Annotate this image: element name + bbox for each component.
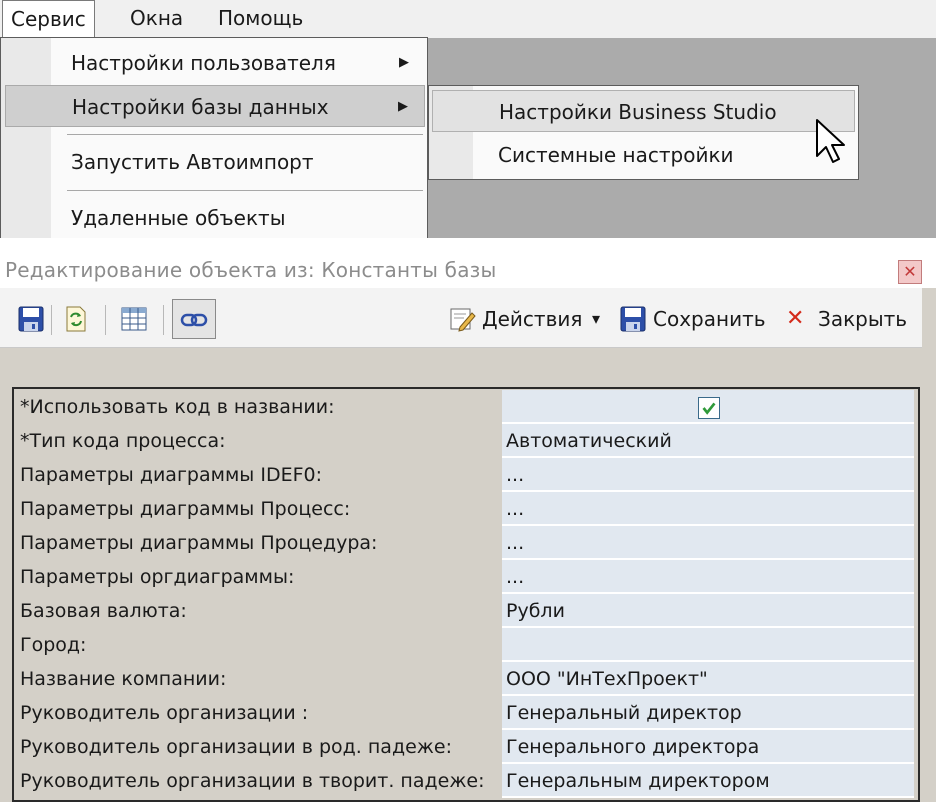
menu-item-autoimport[interactable]: Запустить Автоимпорт bbox=[5, 141, 425, 183]
property-label: Руководитель организации : bbox=[20, 702, 309, 724]
property-label: Параметры оргдиаграммы: bbox=[20, 566, 295, 588]
property-row: Руководитель организации : Генеральный д… bbox=[14, 696, 918, 730]
property-row: Параметры диаграммы Процесс: ... bbox=[14, 492, 918, 526]
property-row: *Использовать код в названии: bbox=[14, 390, 918, 424]
process-diagram-params-field[interactable]: ... bbox=[502, 492, 914, 526]
menu-item-label: Настройки Business Studio bbox=[499, 100, 777, 124]
toolbar-separator bbox=[51, 305, 52, 335]
edit-pencil-icon bbox=[450, 308, 476, 332]
save-label: Сохранить bbox=[653, 307, 766, 331]
submenu-item-business-studio-settings[interactable]: Настройки Business Studio bbox=[432, 90, 855, 132]
menu-windows[interactable]: Окна bbox=[122, 0, 191, 38]
link-toggle-button[interactable] bbox=[172, 299, 216, 339]
property-label: Параметры диаграммы Процедура: bbox=[20, 532, 378, 554]
property-label: Название компании: bbox=[20, 668, 227, 690]
actions-menu-button[interactable]: Действия ▾ bbox=[448, 305, 610, 333]
menu-item-user-settings[interactable]: Настройки пользователя ▶ bbox=[5, 42, 425, 84]
dialog-title: Редактирование объекта из: Константы баз… bbox=[0, 238, 936, 288]
refresh-document-icon[interactable] bbox=[62, 305, 90, 333]
property-row: Базовая валюта: Рубли bbox=[14, 594, 918, 628]
menu-item-label: Настройки базы данных bbox=[72, 95, 329, 119]
org-head-field[interactable]: Генеральный директор bbox=[502, 696, 914, 730]
dialog-close-button[interactable]: ✕ bbox=[898, 260, 922, 284]
property-grid: *Использовать код в названии: *Тип кода … bbox=[12, 387, 920, 802]
property-row: Параметры оргдиаграммы: ... bbox=[14, 560, 918, 594]
menu-item-label: Удаленные объекты bbox=[71, 206, 286, 230]
submenu-item-system-settings[interactable]: Системные настройки bbox=[432, 134, 855, 176]
close-x-icon: ✕ bbox=[786, 306, 805, 331]
service-dropdown: Настройки пользователя ▶ Настройки базы … bbox=[0, 37, 428, 243]
menu-separator bbox=[67, 134, 423, 135]
property-label: Руководитель организации в род. падеже: bbox=[20, 736, 452, 758]
property-row: Руководитель организации в творит. падеж… bbox=[14, 764, 918, 798]
process-code-type-field[interactable]: Автоматический bbox=[502, 424, 914, 458]
base-currency-field[interactable]: Рубли bbox=[502, 594, 914, 628]
chevron-down-icon: ▾ bbox=[592, 309, 601, 328]
edit-object-dialog: Редактирование объекта из: Константы баз… bbox=[0, 238, 936, 802]
menu-item-label: Системные настройки bbox=[498, 143, 734, 167]
chain-link-icon bbox=[180, 313, 208, 327]
menu-bar: Сервис Окна Помощь bbox=[0, 0, 936, 39]
mouse-cursor-icon bbox=[816, 119, 845, 163]
org-head-instrumental-field[interactable]: Генеральным директором bbox=[502, 764, 914, 798]
menu-service[interactable]: Сервис bbox=[2, 0, 95, 39]
submenu-arrow-icon: ▶ bbox=[398, 99, 408, 114]
property-label: *Использовать код в названии: bbox=[20, 396, 335, 418]
menu-item-db-settings[interactable]: Настройки базы данных ▶ bbox=[5, 85, 425, 127]
property-row: Параметры диаграммы Процедура: ... bbox=[14, 526, 918, 560]
submenu-arrow-icon: ▶ bbox=[399, 55, 409, 70]
menu-separator bbox=[67, 190, 423, 191]
save-button[interactable]: Сохранить bbox=[619, 305, 769, 333]
property-label: Базовая валюта: bbox=[20, 600, 187, 622]
procedure-diagram-params-field[interactable]: ... bbox=[502, 526, 914, 560]
property-label: Параметры диаграммы IDEF0: bbox=[20, 464, 323, 486]
use-code-in-name-checkbox[interactable] bbox=[698, 397, 720, 419]
menu-item-deleted-objects[interactable]: Удаленные объекты bbox=[5, 197, 425, 239]
menu-help[interactable]: Помощь bbox=[210, 0, 311, 38]
property-label: *Тип кода процесса: bbox=[20, 430, 226, 452]
close-button[interactable]: ✕ Закрыть bbox=[784, 305, 908, 333]
company-name-field[interactable]: ООО "ИнТехПроект" bbox=[502, 662, 914, 696]
table-grid-icon[interactable] bbox=[120, 305, 148, 333]
org-diagram-params-field[interactable]: ... bbox=[502, 560, 914, 594]
menu-item-label: Настройки пользователя bbox=[71, 51, 336, 75]
db-settings-submenu: Настройки Business Studio Системные наст… bbox=[428, 85, 859, 180]
property-label: Город: bbox=[20, 634, 87, 656]
idef0-params-field[interactable]: ... bbox=[502, 458, 914, 492]
menu-item-label: Запустить Автоимпорт bbox=[71, 150, 314, 174]
dialog-toolbar: Действия ▾ Сохранить ✕ Закрыть bbox=[0, 288, 922, 348]
property-row: Город: bbox=[14, 628, 918, 662]
save-disk-icon[interactable] bbox=[17, 305, 45, 333]
property-row: Название компании: ООО "ИнТехПроект" bbox=[14, 662, 918, 696]
property-label: Параметры диаграммы Процесс: bbox=[20, 498, 351, 520]
toolbar-separator bbox=[105, 305, 106, 335]
save-disk-icon bbox=[620, 306, 646, 332]
city-field[interactable] bbox=[502, 628, 914, 662]
org-head-genitive-field[interactable]: Генерального директора bbox=[502, 730, 914, 764]
close-label: Закрыть bbox=[818, 307, 908, 331]
property-value[interactable] bbox=[502, 390, 914, 424]
property-label: Руководитель организации в творит. падеж… bbox=[20, 770, 485, 792]
property-row: Параметры диаграммы IDEF0: ... bbox=[14, 458, 918, 492]
property-row: Руководитель организации в род. падеже: … bbox=[14, 730, 918, 764]
toolbar-separator bbox=[163, 305, 164, 335]
property-row: *Тип кода процесса: Автоматический bbox=[14, 424, 918, 458]
actions-label: Действия bbox=[482, 307, 583, 331]
